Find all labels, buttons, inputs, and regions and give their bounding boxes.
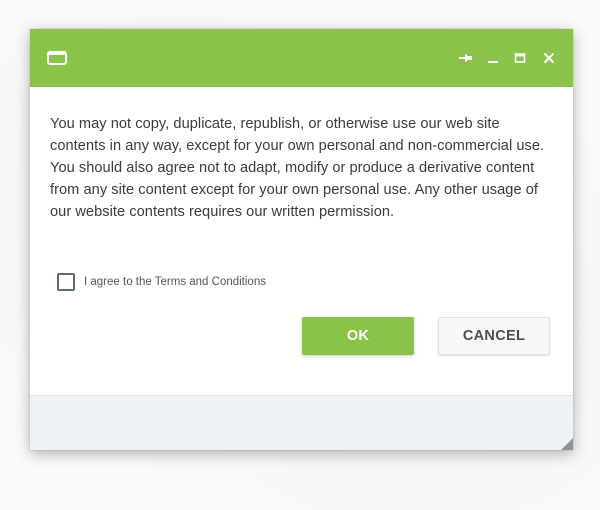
resize-grip-icon[interactable] (561, 438, 573, 450)
terms-message: You may not copy, duplicate, republish, … (50, 116, 545, 220)
dialog-content: You may not copy, duplicate, republish, … (30, 87, 573, 395)
pin-icon[interactable] (457, 49, 475, 67)
cancel-button[interactable]: CANCEL (438, 317, 550, 355)
ok-button[interactable]: OK (302, 317, 414, 355)
window-icon (47, 51, 67, 65)
agree-checkbox-label[interactable]: I agree to the Terms and Conditions (84, 276, 266, 288)
agree-checkbox-row[interactable]: I agree to the Terms and Conditions (57, 273, 266, 291)
agree-checkbox[interactable] (57, 273, 75, 291)
title-bar[interactable] (30, 29, 573, 87)
close-icon[interactable] (540, 49, 558, 67)
minimize-icon[interactable] (484, 49, 502, 67)
terms-dialog-window: You may not copy, duplicate, republish, … (30, 29, 573, 450)
dialog-footer (30, 395, 573, 450)
maximize-icon[interactable] (511, 49, 529, 67)
